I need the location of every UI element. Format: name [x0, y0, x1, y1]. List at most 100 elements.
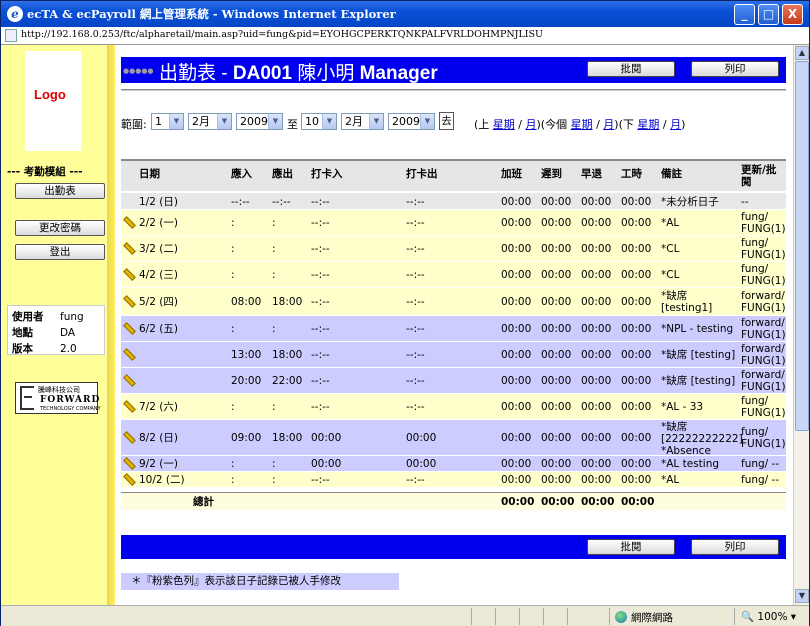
- total-late: 00:00: [541, 496, 575, 508]
- cell-remark: *AL: [661, 474, 680, 486]
- table-row: 7/2 (六):: --:-- --:-- 00:00 00:00 00:00 00:00 *…: [121, 394, 786, 420]
- address-bar[interactable]: http://192.168.0.253/ftc/alpharetail/mai…: [1, 27, 809, 45]
- cell-late: 00:00: [541, 349, 572, 361]
- table-row: 1/2 (日) --:-- --:-- --:-- --:-- 00:00 00:00 00:…: [121, 193, 786, 210]
- cell-late: 00:00: [541, 432, 572, 444]
- column-header: 打卡入: [311, 168, 343, 180]
- logout-button[interactable]: 登出: [15, 244, 105, 260]
- zoom-icon: 🔍: [741, 611, 755, 623]
- table-row: 20:00 22:00 --:-- --:-- 00:00 00:00 00:00 00:00…: [121, 368, 786, 394]
- print-button-bottom[interactable]: 列印: [691, 539, 779, 555]
- to-month-select[interactable]: 2月 ▼: [341, 113, 384, 130]
- to-label: 至: [287, 118, 298, 131]
- cell-date: 9/2 (一): [139, 458, 178, 470]
- minimize-button[interactable]: _: [734, 4, 755, 25]
- url-text[interactable]: http://192.168.0.253/ftc/alpharetail/mai…: [21, 29, 543, 40]
- globe-icon: [615, 611, 627, 623]
- cell-clock-in: --:--: [311, 474, 330, 486]
- cell-remark: *缺席 [testing1]: [661, 290, 713, 314]
- cell-clock-in: --:--: [311, 296, 330, 308]
- cell-out: 22:00: [272, 375, 303, 387]
- cell-update: fung/ FUNG(1): [741, 426, 786, 450]
- cell-clock-out: --:--: [406, 196, 425, 208]
- cell-hours: 00:00: [621, 401, 652, 413]
- cell-remark: *未分析日子: [661, 196, 719, 208]
- edit-pencil-icon[interactable]: [122, 431, 132, 441]
- edit-pencil-icon[interactable]: [122, 242, 132, 252]
- edit-pencil-icon[interactable]: [122, 473, 132, 483]
- attendance-button[interactable]: 出勤表: [15, 183, 105, 199]
- from-year-select[interactable]: 2009 ▼: [236, 113, 283, 130]
- cell-hours: 00:00: [621, 474, 652, 486]
- edit-pencil-icon[interactable]: [122, 457, 132, 467]
- chevron-down-icon: ▼: [420, 114, 434, 129]
- cell-remark: *AL: [661, 217, 680, 229]
- next-week-link[interactable]: 星期: [637, 118, 659, 131]
- edit-pencil-icon[interactable]: [122, 374, 132, 384]
- cell-late: 00:00: [541, 217, 572, 229]
- next-month-link[interactable]: 月: [670, 118, 681, 131]
- page-icon: [5, 29, 17, 42]
- prev-week-link[interactable]: 星期: [493, 118, 515, 131]
- total-early: 00:00: [581, 496, 615, 508]
- cell-hours: 00:00: [621, 243, 652, 255]
- cell-early: 00:00: [581, 349, 612, 361]
- column-header: 更新/批閱: [741, 164, 777, 188]
- from-day-select[interactable]: 1 ▼: [151, 113, 184, 130]
- to-day-select[interactable]: 10 ▼: [301, 113, 337, 130]
- from-month-select[interactable]: 2月 ▼: [188, 113, 232, 130]
- cell-early: 00:00: [581, 323, 612, 335]
- this-week-link[interactable]: 星期: [571, 118, 593, 131]
- edit-pencil-icon[interactable]: [122, 322, 132, 332]
- table-row: 8/2 (日) 09:00 18:00 00:00 00:00 00:00 00:00 00:…: [121, 420, 786, 457]
- table-row: 9/2 (一):: 00:00 00:00 00:00 00:00 00:00 00:00 *…: [121, 456, 786, 472]
- cell-date: 6/2 (五): [139, 323, 178, 335]
- this-month-link[interactable]: 月: [603, 118, 614, 131]
- cell-clock-out: --:--: [406, 269, 425, 281]
- change-password-button[interactable]: 更改密碼: [15, 220, 105, 236]
- total-hours: 00:00: [621, 496, 655, 508]
- cell-clock-out: 00:00: [406, 458, 437, 470]
- page-title: 出勤表 - DA001 陳小明 Manager: [159, 63, 438, 84]
- go-button[interactable]: 去: [439, 112, 454, 130]
- vertical-scrollbar[interactable]: ▲ ▼: [793, 45, 809, 605]
- cell-late: 00:00: [541, 269, 572, 281]
- logo-box: Logo: [25, 51, 81, 151]
- scroll-thumb[interactable]: [795, 61, 809, 431]
- approve-button-bottom[interactable]: 批閱: [587, 539, 675, 555]
- to-year-select[interactable]: 2009 ▼: [388, 113, 435, 130]
- cell-out: :: [272, 323, 276, 335]
- zoom-level[interactable]: 🔍 100% ▾: [741, 610, 796, 623]
- cell-early: 00:00: [581, 196, 612, 208]
- cell-hours: 00:00: [621, 323, 652, 335]
- status-bar: 網際網路 🔍 100% ▾: [1, 605, 809, 626]
- cell-update: fung/ --: [741, 458, 780, 470]
- scroll-up-icon[interactable]: ▲: [795, 46, 809, 60]
- edit-pencil-icon[interactable]: [122, 268, 132, 278]
- cell-in: :: [231, 243, 235, 255]
- cell-in: 08:00: [231, 296, 262, 308]
- prev-month-link[interactable]: 月: [526, 118, 537, 131]
- edit-pencil-icon[interactable]: [122, 400, 132, 410]
- cell-clock-out: --:--: [406, 243, 425, 255]
- table-row: 4/2 (三):: --:-- --:-- 00:00 00:00 00:00 00:00 *…: [121, 262, 786, 288]
- scroll-down-icon[interactable]: ▼: [795, 589, 809, 603]
- cell-remark: *NPL - testing: [661, 323, 734, 335]
- cell-date: 4/2 (三): [139, 269, 178, 281]
- print-button[interactable]: 列印: [691, 61, 779, 77]
- cell-clock-out: --:--: [406, 474, 425, 486]
- cell-clock-out: --:--: [406, 296, 425, 308]
- column-header: 工時: [621, 168, 642, 180]
- cell-ot: 00:00: [501, 401, 532, 413]
- cell-out: :: [272, 269, 276, 281]
- approve-button[interactable]: 批閱: [587, 61, 675, 77]
- column-header: 加班: [501, 168, 522, 180]
- edit-pencil-icon[interactable]: [122, 348, 132, 358]
- close-button[interactable]: X: [782, 4, 803, 25]
- edit-pencil-icon[interactable]: [122, 295, 132, 305]
- cell-late: 00:00: [541, 243, 572, 255]
- user-info-box: 使用者 fung 地點 DA 版本 2.0: [7, 305, 105, 355]
- column-header: 早退: [581, 168, 602, 180]
- maximize-button[interactable]: □: [758, 4, 779, 25]
- edit-pencil-icon[interactable]: [122, 216, 132, 226]
